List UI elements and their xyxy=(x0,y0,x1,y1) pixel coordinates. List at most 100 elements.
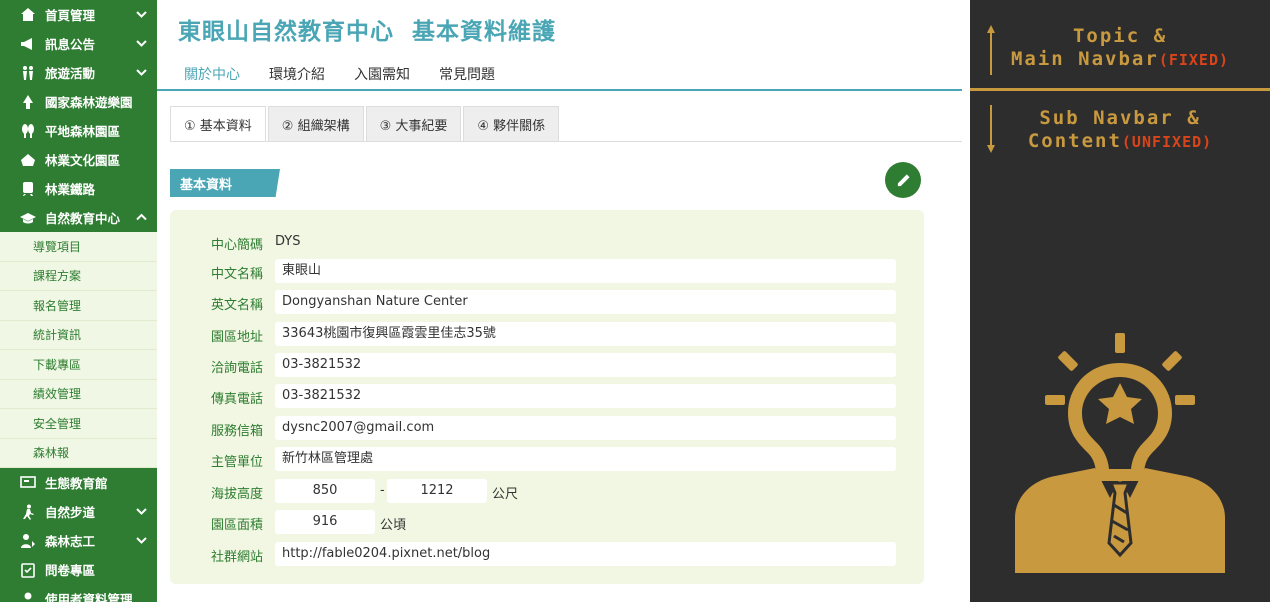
field-label: 洽詢電話 xyxy=(211,361,264,376)
sidebar-item-forestry-railway[interactable]: 林業鐵路 xyxy=(0,174,157,203)
submenu-item[interactable]: 森林報 xyxy=(0,439,157,468)
chevron-down-icon xyxy=(136,37,147,48)
address-field[interactable]: 33643桃園市復興區霞雲里佳志35號 xyxy=(275,322,896,346)
form-row-area: 園區面積 916 公頃 xyxy=(170,510,924,534)
field-label: 英文名稱 xyxy=(211,298,264,313)
form-row-abbr: 中心簡碼 DYS xyxy=(170,230,924,254)
sidebar-item-volunteers[interactable]: 森林志工 xyxy=(0,526,157,555)
unfixed-label-line2: Content(UNFIXED) xyxy=(970,130,1270,154)
form-row-email: 服務信箱 dysnc2007@gmail.com xyxy=(170,416,924,440)
sidebar-item-news[interactable]: 訊息公告 xyxy=(0,29,157,58)
authority-field[interactable]: 新竹林區管理處 xyxy=(275,447,896,471)
graduation-cap-icon xyxy=(19,209,37,227)
submenu-item[interactable]: 導覽項目 xyxy=(0,232,157,262)
sidebar-item-label: 國家森林遊樂園 xyxy=(45,95,133,110)
sidebar-item-home[interactable]: 首頁管理 xyxy=(0,0,157,29)
abbr-value: DYS xyxy=(275,234,301,249)
form-row-fax: 傳真電話 03-3821532 xyxy=(170,384,924,408)
culture-icon xyxy=(19,151,37,169)
main-navbar: 關於中心 環境介紹 入園需知 常見問題 xyxy=(157,56,962,91)
area-unit: 公頃 xyxy=(380,518,407,533)
edit-button[interactable] xyxy=(885,162,921,198)
chevron-down-icon xyxy=(136,534,147,545)
chevron-down-icon xyxy=(136,8,147,19)
hikers-icon xyxy=(19,64,37,82)
board-icon xyxy=(19,474,37,492)
unfixed-tag: (UNFIXED) xyxy=(1121,133,1213,151)
area-field[interactable]: 916 xyxy=(275,510,375,534)
sidebar-item-label: 使用者資料管理 xyxy=(45,592,133,602)
sidebar-item-travel[interactable]: 旅遊活動 xyxy=(0,58,157,87)
sidebar-item-forestry-culture[interactable]: 林業文化園區 xyxy=(0,145,157,174)
user-icon xyxy=(19,590,37,602)
train-icon xyxy=(19,180,37,198)
name-en-field[interactable]: Dongyanshan Nature Center xyxy=(275,290,896,314)
trees-icon xyxy=(19,122,37,140)
submenu-item[interactable]: 報名管理 xyxy=(0,291,157,321)
social-field[interactable]: http://fable0204.pixnet.net/blog xyxy=(275,542,896,566)
lightbulb-person-icon xyxy=(1015,333,1225,573)
tab-partners[interactable]: ④ 夥伴關係 xyxy=(463,106,560,142)
submenu-item[interactable]: 績效管理 xyxy=(0,380,157,409)
form-row-name-zh: 中文名稱 東眼山 xyxy=(170,259,924,283)
fixed-section-label: Topic & Main Navbar(FIXED) xyxy=(970,25,1270,72)
sidebar-item-label: 林業鐵路 xyxy=(45,182,96,197)
fixed-label-text: Main Navbar xyxy=(1010,48,1159,70)
sub-tabs: ① 基本資料 ② 組織架構 ③ 大事紀要 ④ 夥伴關係 xyxy=(170,106,561,142)
sidebar-item-nature-trail[interactable]: 自然步道 xyxy=(0,497,157,526)
altitude-max-field[interactable]: 1212 xyxy=(387,479,487,503)
altitude-min-field[interactable]: 850 xyxy=(275,479,375,503)
basic-info-form: 中心簡碼 DYS 中文名稱 東眼山 英文名稱 Dongyanshan Natur… xyxy=(170,210,924,584)
unfixed-label-line1: Sub Navbar & xyxy=(1039,107,1201,129)
email-field[interactable]: dysnc2007@gmail.com xyxy=(275,416,896,440)
sidebar-item-national-park[interactable]: 國家森林遊樂園 xyxy=(0,87,157,116)
sidebar-item-label: 自然步道 xyxy=(45,505,96,520)
name-zh-field[interactable]: 東眼山 xyxy=(275,259,896,283)
sidebar-submenu: 導覽項目 課程方案 報名管理 統計資訊 下載專區 績效管理 安全管理 森林報 xyxy=(0,232,157,468)
sidebar-item-user-data[interactable]: 使用者資料管理 xyxy=(0,584,157,602)
main-nav-visitor-info[interactable]: 入園需知 xyxy=(354,64,410,84)
main-nav-environment[interactable]: 環境介紹 xyxy=(269,64,325,84)
form-row-authority: 主管單位 新竹林區管理處 xyxy=(170,447,924,471)
form-row-phone: 洽詢電話 03-3821532 xyxy=(170,353,924,377)
form-row-name-en: 英文名稱 Dongyanshan Nature Center xyxy=(170,290,924,314)
main-nav-faq[interactable]: 常見問題 xyxy=(439,64,495,84)
altitude-unit: 公尺 xyxy=(492,487,519,502)
megaphone-icon xyxy=(19,35,37,53)
submenu-item[interactable]: 統計資訊 xyxy=(0,321,157,350)
field-label: 中文名稱 xyxy=(211,267,264,282)
field-label: 中心簡碼 xyxy=(211,238,264,253)
sidebar-item-eco-museum[interactable]: 生態教育館 xyxy=(0,468,157,497)
sidebar-item-plains-forest[interactable]: 平地森林園區 xyxy=(0,116,157,145)
fixed-tag: (FIXED) xyxy=(1158,51,1230,69)
sidebar-item-label: 首頁管理 xyxy=(45,8,96,23)
sidebar-item-label: 問卷專區 xyxy=(45,563,96,578)
field-label: 主管單位 xyxy=(211,455,264,470)
walking-icon xyxy=(19,503,37,521)
page-title: 東眼山自然教育中心 基本資料維護 xyxy=(178,19,557,45)
fax-field[interactable]: 03-3821532 xyxy=(275,384,896,408)
tab-organization[interactable]: ② 組織架構 xyxy=(267,106,364,142)
sidebar-item-survey[interactable]: 問卷專區 xyxy=(0,555,157,584)
tab-basic-info[interactable]: ① 基本資料 xyxy=(170,106,266,142)
park-icon xyxy=(19,93,37,111)
form-row-social: 社群網站 http://fable0204.pixnet.net/blog xyxy=(170,542,924,566)
chevron-down-icon xyxy=(136,505,147,516)
field-label: 社群網站 xyxy=(211,550,264,565)
chevron-up-icon xyxy=(136,211,147,222)
submenu-item[interactable]: 課程方案 xyxy=(0,262,157,291)
tab-milestones[interactable]: ③ 大事紀要 xyxy=(365,106,462,142)
unfixed-label-text: Content xyxy=(1027,130,1122,152)
main-nav-about[interactable]: 關於中心 xyxy=(184,64,240,84)
field-label: 園區面積 xyxy=(211,518,264,533)
altitude-separator: - xyxy=(380,483,385,498)
sidebar-item-nature-education[interactable]: 自然教育中心 xyxy=(0,203,157,232)
phone-field[interactable]: 03-3821532 xyxy=(275,353,896,377)
tab-divider xyxy=(170,141,962,142)
unfixed-section-label: Sub Navbar & Content(UNFIXED) xyxy=(970,107,1270,154)
sidebar-item-label: 生態教育館 xyxy=(45,476,108,491)
submenu-item[interactable]: 下載專區 xyxy=(0,350,157,380)
form-row-address: 園區地址 33643桃園市復興區霞雲里佳志35號 xyxy=(170,322,924,346)
form-row-altitude: 海拔高度 850 - 1212 公尺 xyxy=(170,479,924,503)
submenu-item[interactable]: 安全管理 xyxy=(0,409,157,439)
